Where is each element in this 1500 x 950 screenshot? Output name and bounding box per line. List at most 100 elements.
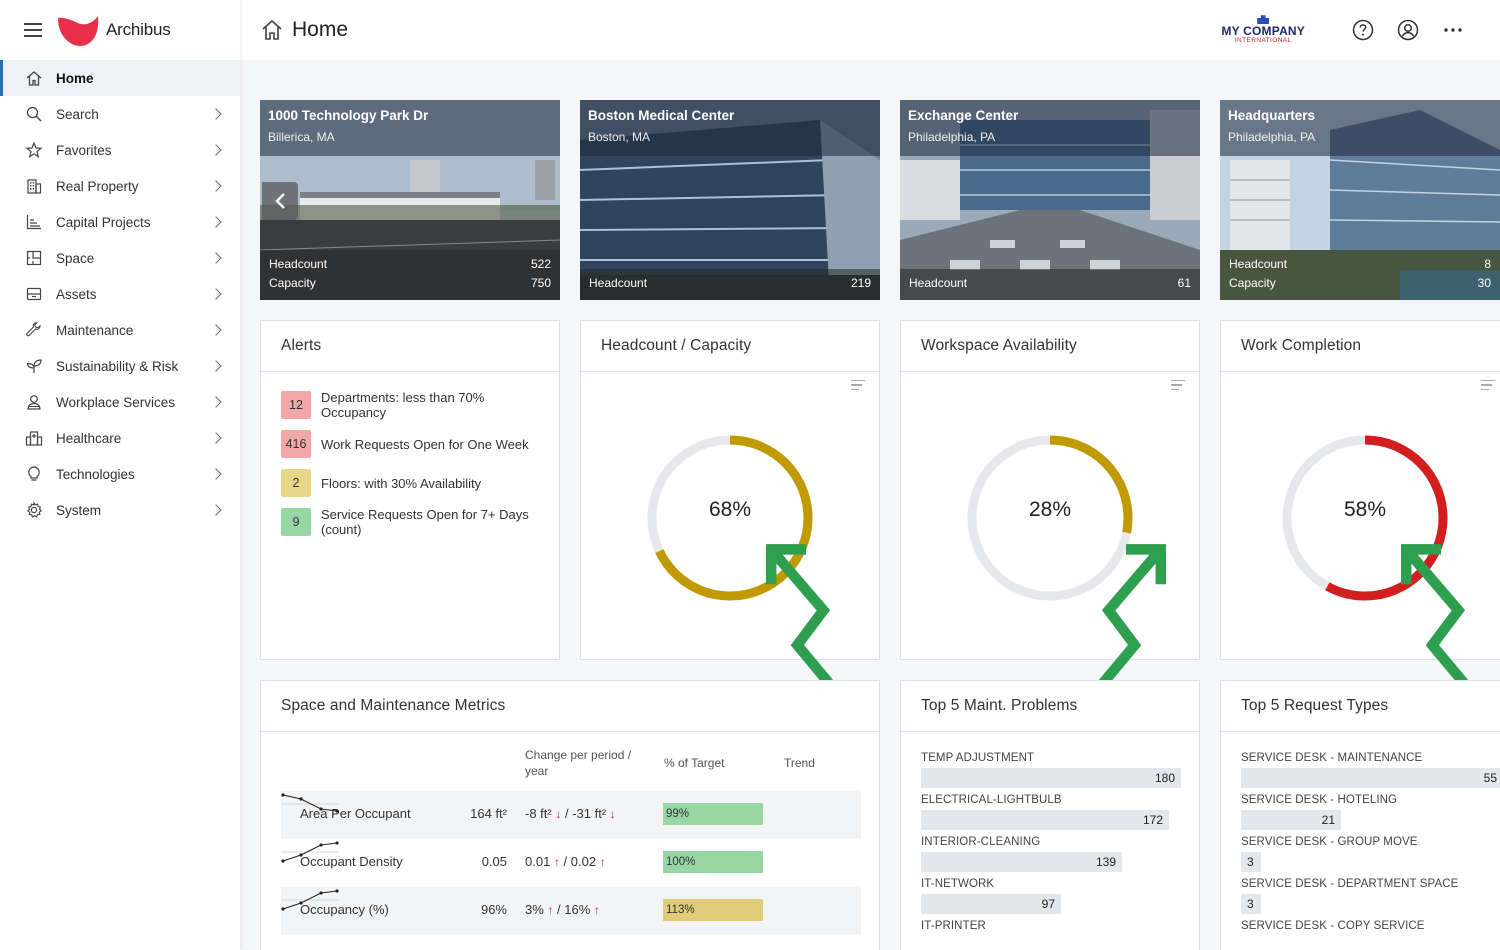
sidebar-item-system[interactable]: System (0, 492, 240, 528)
metric-label: Occupancy (%) (300, 902, 389, 917)
sidebar-item-search[interactable]: Search (0, 96, 240, 132)
chevron-right-icon (210, 108, 222, 120)
property-card-exchange-center[interactable]: Exchange Center Philadelphia, PA Headcou… (900, 100, 1200, 300)
metrics-panel: Space and Maintenance Metrics Change per… (260, 680, 880, 950)
sidebar-item-label: Search (56, 106, 99, 122)
bar-item[interactable]: SERVICE DESK - GROUP MOVE 3 (1241, 836, 1489, 872)
sidebar-item-capital-projects[interactable]: Capital Projects (0, 204, 240, 240)
bar-item[interactable]: SERVICE DESK - DEPARTMENT SPACE 3 (1241, 878, 1489, 914)
bar-item[interactable]: INTERIOR-CLEANING 139 (921, 836, 1179, 872)
change-year: -31 ft² (572, 806, 607, 821)
alert-item[interactable]: 12 Departments: less than 70% Occupancy (281, 390, 539, 420)
sidebar-item-label: Real Property (56, 178, 139, 194)
bar-item[interactable]: IT-PRINTER (921, 920, 1179, 936)
alerts-panel: Alerts 12 Departments: less than 70% Occu… (260, 320, 560, 660)
sidebar-item-maintenance[interactable]: Maintenance (0, 312, 240, 348)
metrics-table: Change per period / year % of Target Tre… (281, 743, 861, 935)
bar-item[interactable]: SERVICE DESK - COPY SERVICE (1241, 920, 1489, 936)
property-name: 1000 Technology Park Dr (268, 108, 429, 123)
sidebar-item-space[interactable]: Space (0, 240, 240, 276)
headcount-label: Headcount (589, 276, 648, 290)
metric-change: -8 ft² ↓ / -31 ft² ↓ (525, 806, 616, 821)
hamburger-menu-icon[interactable] (24, 23, 42, 37)
work-completion-panel: Work Completion 58% (1220, 320, 1500, 701)
chart-menu-icon[interactable] (851, 380, 865, 390)
alert-count-badge: 9 (281, 508, 311, 536)
sidebar-item-label: Sustainability & Risk (56, 358, 179, 374)
bar-item[interactable]: SERVICE DESK - MAINTENANCE 55 (1241, 752, 1500, 788)
bar-label: TEMP ADJUSTMENT (921, 752, 1035, 764)
bar-item[interactable]: IT-NETWORK 97 (921, 878, 1179, 914)
property-card-headquarters[interactable]: Headquarters Philadelphia, PA Headcount 8… (1220, 100, 1500, 300)
property-card-boston-medical[interactable]: Boston Medical Center Boston, MA Headcou… (580, 100, 880, 300)
chevron-right-icon (210, 180, 222, 192)
alert-item[interactable]: 2 Floors: with 30% Availability (281, 468, 539, 498)
bar-item[interactable]: SERVICE DESK - HOTELING 21 (1241, 794, 1489, 830)
maint-problems-panel: Top 5 Maint. Problems TEMP ADJUSTMENT 180… (900, 680, 1200, 950)
chart-menu-icon[interactable] (1481, 380, 1495, 390)
target-value: 100% (666, 856, 696, 868)
chevron-right-icon (210, 144, 222, 156)
property-caption: Boston Medical Center Boston, MA (580, 100, 880, 156)
bar: 3 (1241, 894, 1261, 914)
sidebar-item-home[interactable]: Home (0, 60, 240, 96)
sidebar-item-label: Maintenance (56, 322, 134, 338)
request-types-panel: Top 5 Request Types SERVICE DESK - MAINT… (1220, 680, 1500, 950)
property-stats: Headcount 219 (580, 269, 880, 300)
bar-value: 55 (1483, 771, 1497, 785)
more-options-icon[interactable] (1442, 19, 1464, 41)
carousel-prev-button[interactable] (262, 182, 298, 220)
page-title: Home (292, 18, 349, 41)
panel-title: Workspace Availability (901, 321, 1199, 372)
alert-item[interactable]: 9 Service Requests Open for 7+ Days (coun… (281, 507, 539, 537)
alert-count-badge: 12 (281, 391, 311, 419)
alert-count-badge: 416 (281, 430, 311, 458)
bar-label: INTERIOR-CLEANING (921, 836, 1041, 848)
metric-change: 3% ↑ / 16% ↑ (525, 902, 600, 917)
assets-icon (25, 285, 43, 303)
bar-label: IT-PRINTER (921, 920, 986, 932)
property-name: Headquarters (1228, 108, 1316, 123)
request-types-chart: SERVICE DESK - MAINTENANCE 55 SERVICE DESK… (1221, 732, 1500, 936)
bar-value: 3 (1247, 855, 1254, 869)
sidebar: Archibus Home Search Favorites Real Propert… (0, 0, 240, 950)
sidebar-item-favorites[interactable]: Favorites (0, 132, 240, 168)
donut-gauge: 28% (963, 431, 1167, 701)
sidebar-item-label: Space (56, 250, 95, 266)
headcount-value: 219 (850, 276, 871, 290)
alert-item[interactable]: 416 Work Requests Open for One Week (281, 429, 539, 459)
trend-point (281, 859, 285, 863)
bar: 180 (921, 768, 1181, 788)
help-icon[interactable] (1352, 19, 1374, 41)
sidebar-item-assets[interactable]: Assets (0, 276, 240, 312)
metric-value: 0.05 (481, 854, 507, 869)
headcount-value: 61 (1177, 276, 1191, 290)
bar-label: SERVICE DESK - HOTELING (1241, 794, 1398, 806)
sidebar-item-real-property[interactable]: Real Property (0, 168, 240, 204)
target-value: 99% (666, 808, 690, 820)
chevron-right-icon (210, 504, 222, 516)
user-account-icon[interactable] (1397, 19, 1419, 41)
sidebar-item-workplace-services[interactable]: Workplace Services (0, 384, 240, 420)
bar-label: IT-NETWORK (921, 878, 995, 890)
bar-item[interactable]: ELECTRICAL-LIGHTBULB 172 (921, 794, 1179, 830)
sidebar-item-sustainability-risk[interactable]: Sustainability & Risk (0, 348, 240, 384)
bar-item[interactable]: TEMP ADJUSTMENT 180 (921, 752, 1181, 788)
property-card-technology-park[interactable]: 1000 Technology Park Dr Billerica, MA He… (260, 100, 560, 300)
change-year: 16% (564, 902, 591, 917)
home-icon (25, 69, 43, 87)
property-location: Philadelphia, PA (1228, 130, 1316, 144)
chevron-right-icon (210, 288, 222, 300)
chart-menu-icon[interactable] (1171, 380, 1185, 390)
sidebar-item-healthcare[interactable]: Healthcare (0, 420, 240, 456)
trend-point (281, 793, 285, 797)
trend-point (319, 891, 323, 895)
metrics-rows: Area Per Occupant 164 ft² -8 ft² ↓ / -31 f… (281, 791, 861, 935)
sidebar-item-technologies[interactable]: Technologies (0, 456, 240, 492)
bar-label: SERVICE DESK - COPY SERVICE (1241, 920, 1425, 932)
gauge-value: 68% (708, 498, 752, 521)
gauge-container: 68% (581, 431, 879, 701)
bar-value: 172 (1142, 813, 1163, 827)
company-subtitle: INTERNATIONAL (1234, 37, 1292, 45)
header-actions: MY COMPANY INTERNATIONAL (1221, 0, 1464, 60)
